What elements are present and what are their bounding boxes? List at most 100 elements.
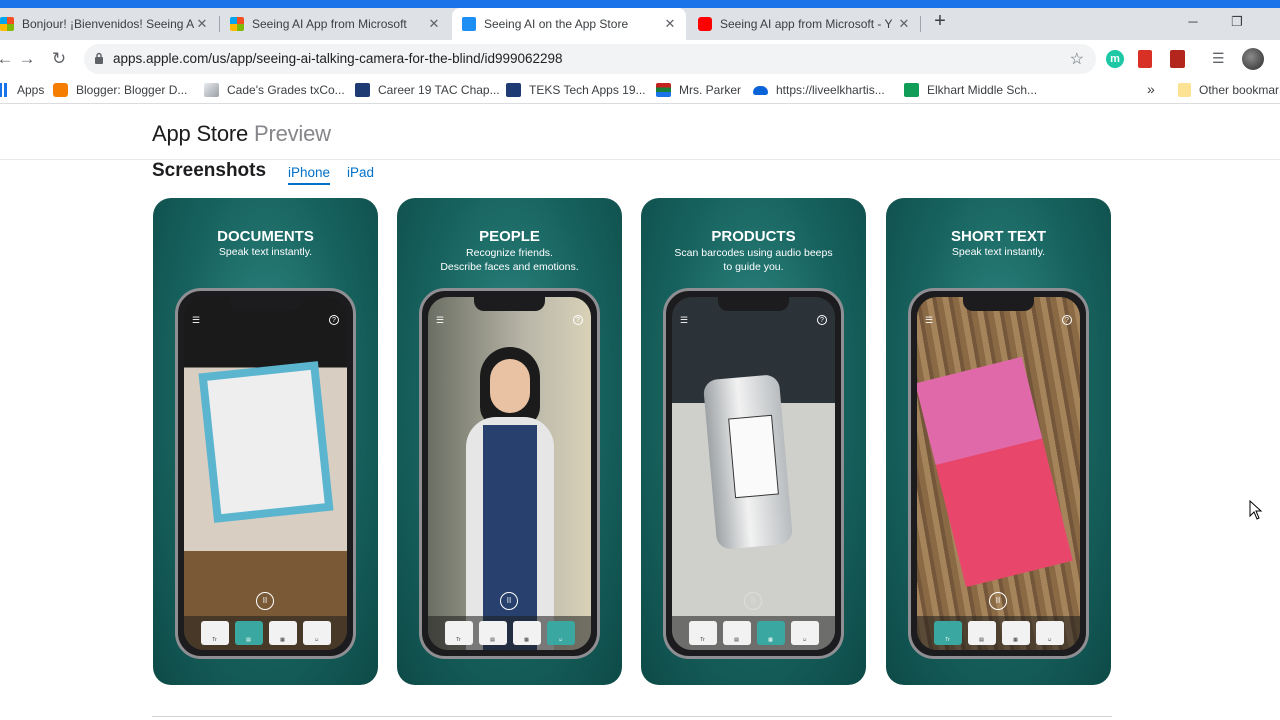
short-text-channel-icon: Tr [688, 621, 717, 645]
phone-mockup: ☰ ? II Tr ▤ ▦ ☺ [908, 288, 1089, 659]
soda-can [702, 374, 794, 550]
help-icon: ? [1062, 315, 1072, 325]
tab-iphone[interactable]: iPhone [288, 165, 331, 185]
back-icon[interactable]: ← [0, 48, 16, 70]
tab-seeing-ai-microsoft[interactable]: Seeing AI App from Microsoft ✕ [220, 8, 450, 40]
microsoft-logo-icon [230, 17, 244, 31]
short-text-channel-icon: Tr [933, 621, 962, 645]
window-top-strip [0, 0, 1280, 8]
onedrive-cloud-icon [753, 85, 768, 95]
bookmark-label: Cade's Grades txCo... [227, 83, 345, 97]
pause-icon: II [989, 592, 1007, 610]
close-tab-icon[interactable]: ✕ [662, 16, 678, 32]
bookmark-label: Other bookmar [1199, 83, 1280, 97]
bookmark-label: Elkhart Middle Sch... [927, 83, 1038, 97]
apps-grid-icon [0, 83, 9, 97]
tab-label: Seeing AI App from Microsoft [252, 17, 407, 31]
screenshot-card-documents[interactable]: DOCUMENTS Speak text instantly. ☰ ? II T… [153, 198, 378, 685]
product-channel-icon: ▦ [512, 621, 541, 645]
app-store-preview-header[interactable]: App Store Preview [152, 121, 331, 147]
card-subtitle: Recognize friends. Describe faces and em… [440, 247, 579, 273]
bookmark-label: Blogger: Blogger D... [76, 83, 188, 97]
minimize-icon[interactable]: ─ [1178, 8, 1208, 36]
bookmark-label: https://liveelkhartis... [776, 83, 885, 97]
books-icon [656, 83, 671, 97]
document-channel-icon: ▤ [967, 621, 996, 645]
person-channel-icon: ☺ [790, 621, 819, 645]
new-tab-button[interactable]: + [928, 10, 952, 34]
help-icon: ? [573, 315, 583, 325]
phone-screen: ☰ ? II Tr ▤ ▦ ☺ [184, 297, 347, 650]
bookmark-label: Mrs. Parker [679, 83, 742, 97]
channel-bar: Tr ▤ ▦ ☺ [184, 616, 347, 650]
tab-label: Bonjour! ¡Bienvenidos! Seeing AI [22, 17, 194, 31]
phone-screen: ☰ ? II Tr ▤ ▦ ☺ [672, 297, 835, 650]
tab-ipad[interactable]: iPad [347, 165, 374, 180]
menu-icon: ☰ [925, 315, 934, 325]
restore-icon[interactable]: ❐ [1222, 8, 1252, 36]
reference-guide-card [917, 356, 1073, 588]
tab-app-store[interactable]: Seeing AI on the App Store ✕ [452, 8, 686, 40]
help-icon: ? [329, 315, 339, 325]
card-subtitle: Scan barcodes using audio beeps to guide… [674, 247, 833, 273]
close-tab-icon[interactable]: ✕ [426, 16, 442, 32]
tab-bar: Bonjour! ¡Bienvenidos! Seeing AI ✕ Seein… [0, 8, 1280, 40]
card-title: PRODUCTS [711, 228, 796, 245]
reading-list-icon[interactable]: ☰ [1212, 50, 1230, 68]
page-content: App Store Preview Screenshots iPhone iPa… [0, 105, 1280, 720]
bookmark-career[interactable]: Career 19 TAC Chap... [355, 83, 500, 97]
person-channel-icon: ☺ [1035, 621, 1064, 645]
pause-icon: II [256, 592, 274, 610]
card-title: DOCUMENTS [217, 228, 314, 245]
screenshot-card-short-text[interactable]: SHORT TEXT Speak text instantly. ☰ ? II … [886, 198, 1111, 685]
bookmark-star-icon[interactable]: ☆ [1070, 49, 1084, 69]
close-tab-icon[interactable]: ✕ [896, 16, 912, 32]
phone-mockup: ☰ ? II Tr ▤ ▦ ☺ [419, 288, 600, 659]
phone-mockup: ☰ ? II Tr ▤ ▦ ☺ [663, 288, 844, 659]
tab-label: Seeing AI on the App Store [484, 17, 629, 31]
pdf-extension-icon[interactable] [1170, 50, 1185, 68]
bookmark-apps[interactable]: Apps [0, 83, 44, 97]
phone-screen: ☰ ? II Tr ▤ ▦ ☺ [917, 297, 1080, 650]
grades-icon [204, 83, 219, 97]
bookmark-cades-grades[interactable]: Cade's Grades txCo... [204, 83, 345, 97]
reload-icon[interactable]: ↻ [48, 48, 70, 70]
card-subtitle: Speak text instantly. [218, 246, 313, 258]
avatar[interactable] [1242, 48, 1264, 70]
card-title: SHORT TEXT [950, 228, 1046, 245]
more-bookmarks-icon[interactable]: » [1147, 81, 1155, 97]
bookmark-blogger[interactable]: Blogger: Blogger D... [53, 83, 187, 97]
extension-red-icon[interactable] [1138, 50, 1152, 68]
folder-icon [1178, 83, 1191, 97]
screenshot-card-people[interactable]: PEOPLE Recognize friends. Describe faces… [397, 198, 622, 685]
screenshot-card-products[interactable]: PRODUCTS Scan barcodes using audio beeps… [641, 198, 866, 685]
other-bookmarks[interactable]: Other bookmar [1178, 83, 1279, 97]
bookmark-onedrive[interactable]: https://liveelkhartis... [753, 83, 885, 97]
bookmark-label: TEKS Tech Apps 19... [529, 83, 646, 97]
screenshots-heading: Screenshots [152, 160, 267, 181]
bookmark-mrs-parker[interactable]: Mrs. Parker [656, 83, 741, 97]
document-channel-icon: ▤ [478, 621, 507, 645]
forward-icon[interactable]: → [16, 48, 38, 70]
bookmark-teks[interactable]: TEKS Tech Apps 19... [506, 83, 646, 97]
channel-bar: Tr ▤ ▦ ☺ [672, 616, 835, 650]
bookmarks-bar: Apps Blogger: Blogger D... Cade's Grades… [0, 78, 1280, 104]
blogger-icon [53, 83, 68, 97]
help-icon: ? [817, 315, 827, 325]
sheets-icon [904, 83, 919, 97]
bookmark-elkhart[interactable]: Elkhart Middle Sch... [904, 83, 1037, 97]
close-tab-icon[interactable]: ✕ [194, 16, 210, 32]
phone-screen: ☰ ? II Tr ▤ ▦ ☺ [428, 297, 591, 650]
address-bar[interactable]: apps.apple.com/us/app/seeing-ai-talking-… [84, 44, 1096, 74]
person-channel-icon: ☺ [302, 621, 331, 645]
product-channel-icon: ▦ [756, 621, 785, 645]
menu-icon: ☰ [192, 315, 201, 325]
card-subtitle: Speak text instantly. [951, 246, 1046, 258]
nutrition-label [728, 414, 779, 499]
tab-bonjour[interactable]: Bonjour! ¡Bienvenidos! Seeing AI ✕ [0, 8, 218, 40]
brand-text: App Store [152, 121, 249, 146]
extension-m-icon[interactable]: m [1106, 50, 1124, 68]
person-channel-icon: ☺ [546, 621, 575, 645]
tab-youtube[interactable]: Seeing AI app from Microsoft - Y ✕ [688, 8, 920, 40]
document-channel-icon: ▤ [234, 621, 263, 645]
